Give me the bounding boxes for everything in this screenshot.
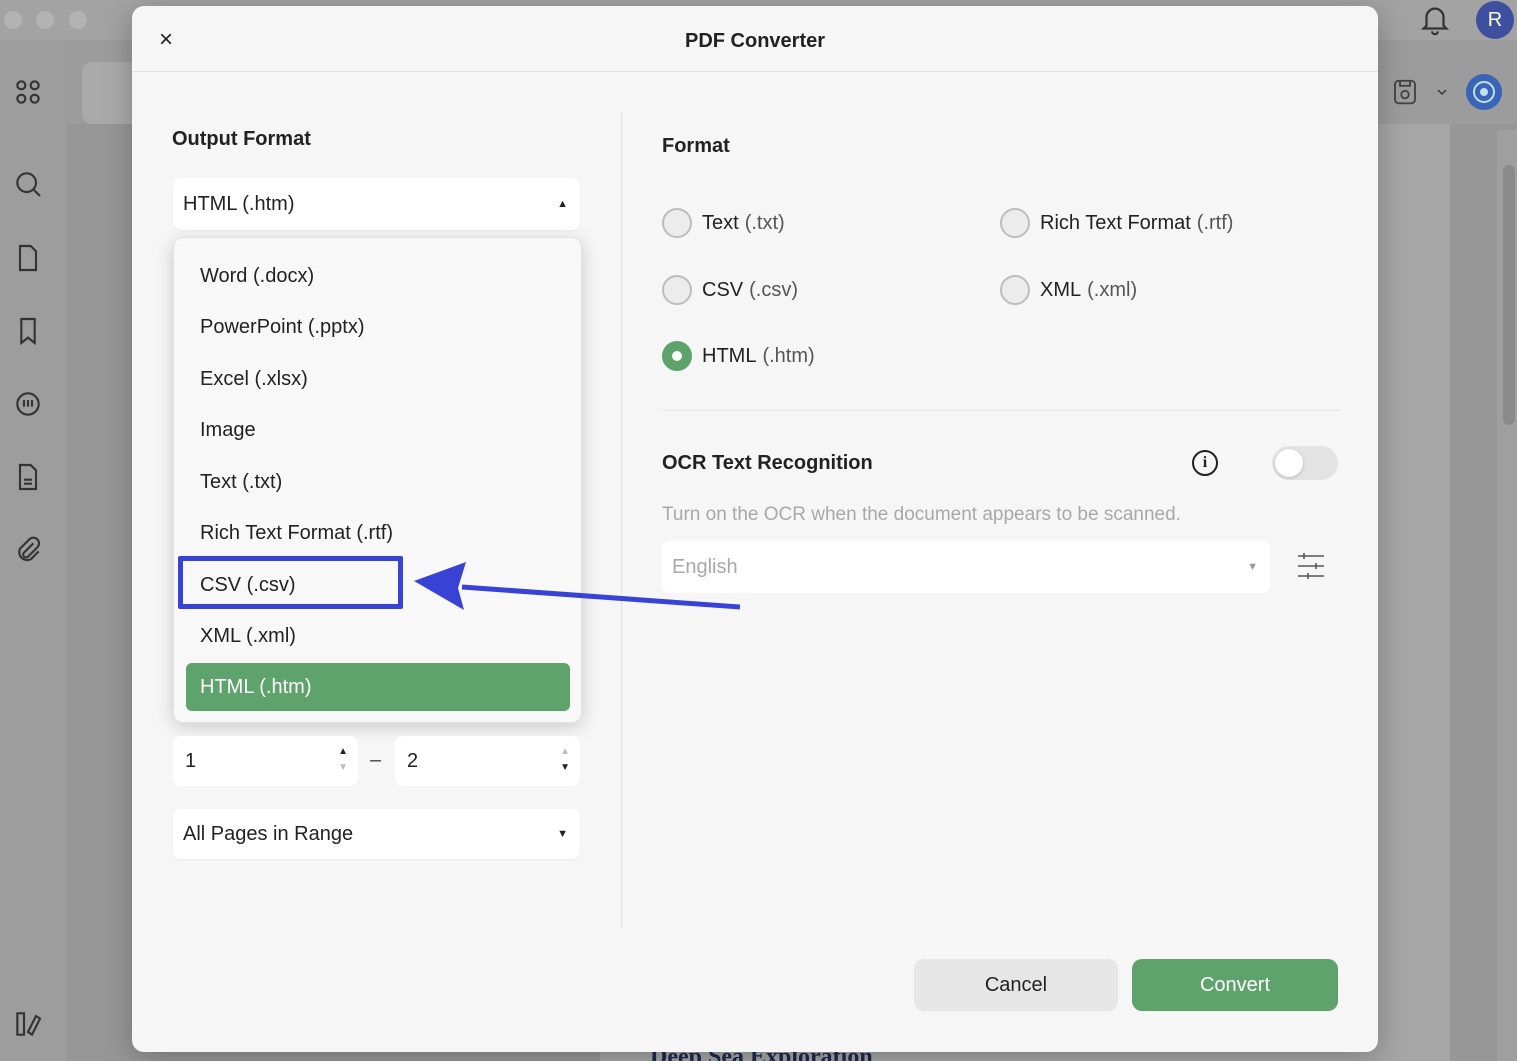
page-from-stepper[interactable]: ▲ ▼	[338, 744, 348, 776]
top-right-toolbar	[1380, 60, 1514, 124]
dialog-title: PDF Converter	[684, 30, 826, 52]
page-range-value: All Pages in Range	[183, 822, 354, 845]
dropdown-option-image[interactable]: Image	[186, 406, 570, 454]
left-sidebar	[0, 40, 66, 1061]
radio-circle	[662, 275, 692, 305]
page-to-value: 2	[407, 749, 419, 772]
page-range-select[interactable]: All Pages in Range ▼	[173, 809, 580, 859]
output-format-select[interactable]: HTML (.htm) ▲	[173, 178, 580, 230]
caret-up-icon: ▲	[557, 198, 568, 210]
scrollbar-thumb[interactable]	[1503, 165, 1515, 425]
radio-xml[interactable]: XML (.xml)	[1000, 275, 1137, 305]
range-dash: –	[370, 749, 382, 771]
comment-icon[interactable]	[10, 386, 46, 422]
dropdown-option-word[interactable]: Word (.docx)	[186, 252, 570, 300]
cancel-button[interactable]: Cancel	[914, 959, 1118, 1011]
radio-label: Text	[702, 211, 739, 234]
ocr-toggle[interactable]	[1272, 446, 1338, 480]
attachment-icon[interactable]	[10, 532, 46, 568]
radio-label: XML	[1040, 278, 1082, 301]
page-to-input[interactable]: 2 ▲ ▼	[395, 736, 580, 786]
info-icon[interactable]: i	[1192, 450, 1218, 476]
page-from-input[interactable]: 1 ▲ ▼	[173, 736, 358, 786]
window-minimize-dot[interactable]	[36, 11, 54, 29]
dialog-header: × PDF Converter	[132, 6, 1378, 72]
sidebar-toggle-icon[interactable]	[10, 1006, 46, 1042]
radio-label: Rich Text Format	[1040, 211, 1191, 234]
dropdown-option-text[interactable]: Text (.txt)	[186, 458, 570, 506]
radio-label: HTML	[702, 344, 757, 367]
ocr-language-value: English	[672, 555, 738, 578]
output-format-selected-value: HTML (.htm)	[183, 192, 295, 215]
notification-bell-icon[interactable]	[1418, 3, 1452, 37]
ocr-settings-sliders-icon[interactable]	[1296, 550, 1326, 582]
toggle-knob	[1275, 449, 1303, 477]
output-format-dropdown: Word (.docx) PowerPoint (.pptx) Excel (.…	[173, 237, 582, 723]
caret-down-icon: ▼	[557, 828, 568, 840]
window-zoom-dot[interactable]	[69, 11, 87, 29]
column-divider	[621, 112, 622, 928]
dropdown-option-rtf[interactable]: Rich Text Format (.rtf)	[186, 509, 570, 557]
csv-option-highlight	[178, 556, 403, 609]
caret-down-icon: ▼	[1247, 561, 1258, 573]
apps-grid-icon[interactable]	[10, 74, 46, 110]
save-icon[interactable]	[1390, 77, 1420, 107]
radio-label: CSV	[702, 278, 744, 301]
page-icon[interactable]	[10, 240, 46, 276]
ocr-description: Turn on the OCR when the document appear…	[662, 504, 1181, 525]
search-icon[interactable]	[10, 166, 46, 202]
window-close-dot[interactable]	[4, 11, 22, 29]
ai-assistant-icon[interactable]	[1464, 72, 1504, 112]
dropdown-option-excel[interactable]: Excel (.xlsx)	[186, 355, 570, 403]
dropdown-option-html[interactable]: HTML (.htm)	[186, 663, 570, 711]
radio-rtf[interactable]: Rich Text Format (.rtf)	[1000, 208, 1233, 238]
page-from-value: 1	[185, 749, 197, 772]
format-title: Format	[662, 135, 730, 157]
user-avatar[interactable]: R	[1476, 1, 1514, 39]
radio-csv[interactable]: CSV (.csv)	[662, 275, 798, 305]
radio-circle	[662, 208, 692, 238]
document-icon[interactable]	[10, 459, 46, 495]
convert-button[interactable]: Convert	[1132, 959, 1338, 1011]
output-format-title: Output Format	[172, 128, 311, 150]
section-divider	[662, 410, 1340, 411]
bookmark-icon[interactable]	[10, 313, 46, 349]
radio-html[interactable]: HTML (.htm)	[662, 341, 815, 371]
page-to-stepper[interactable]: ▲ ▼	[560, 744, 570, 776]
ocr-language-select[interactable]: English ▼	[662, 541, 1270, 593]
radio-ext: (.csv)	[749, 278, 799, 301]
radio-ext: (.txt)	[744, 211, 785, 234]
dropdown-option-xml[interactable]: XML (.xml)	[186, 612, 570, 660]
pdf-converter-dialog: × PDF Converter Output Format HTML (.htm…	[132, 6, 1378, 1052]
radio-text[interactable]: Text (.txt)	[662, 208, 785, 238]
radio-ext: (.htm)	[762, 344, 815, 367]
radio-circle	[1000, 208, 1030, 238]
ocr-title: OCR Text Recognition	[662, 452, 873, 474]
chevron-down-icon[interactable]	[1434, 84, 1450, 100]
radio-circle-checked	[662, 341, 692, 371]
radio-circle	[1000, 275, 1030, 305]
dropdown-option-powerpoint[interactable]: PowerPoint (.pptx)	[186, 303, 570, 351]
radio-ext: (.xml)	[1087, 278, 1138, 301]
radio-ext: (.rtf)	[1196, 211, 1234, 234]
